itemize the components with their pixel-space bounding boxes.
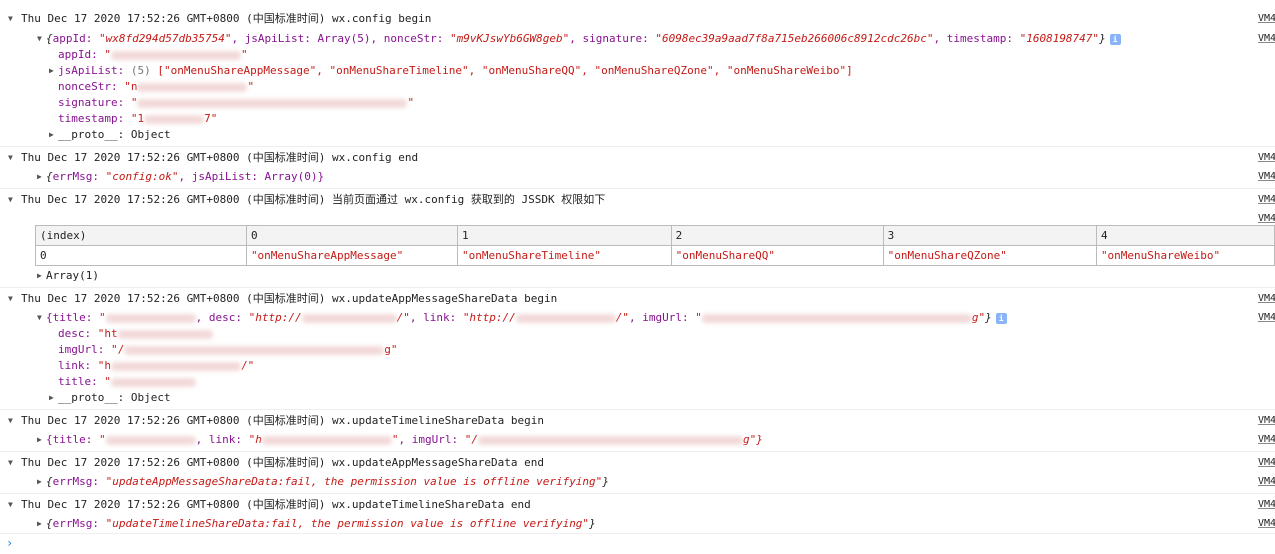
expand-triangle-icon[interactable]: ▶ (37, 268, 42, 284)
table-header-cell[interactable]: 4 (1095, 225, 1275, 246)
table-row: 0 "onMenuShareAppMessage" "onMenuShareTi… (35, 245, 1275, 266)
property-row[interactable]: ▶ __proto__: Object (0, 127, 1275, 143)
redacted-text (111, 50, 241, 60)
property-row: timestamp: "1 7" (58, 112, 218, 125)
console-message[interactable]: ▶ {title: ", link: "h ", imgUrl: "/g"} VM… (0, 432, 1275, 448)
expand-triangle-icon[interactable]: ▶ (49, 63, 54, 79)
expand-triangle-icon[interactable]: ▶ (37, 474, 42, 490)
group-title: Thu Dec 17 2020 17:52:26 GMT+0800 (中国标准时… (21, 498, 531, 511)
source-link[interactable]: VM4 (1258, 288, 1275, 309)
prompt-chevron-icon: › (6, 536, 14, 550)
table-cell: "onMenuShareQQ" (670, 245, 884, 266)
collapse-triangle-icon[interactable]: ▼ (37, 31, 42, 47)
property-row: appId: " " (58, 48, 248, 61)
console-group-header[interactable]: ▼ Thu Dec 17 2020 17:52:26 GMT+0800 (中国标… (0, 8, 1275, 29)
property-row: signature: " " (58, 96, 415, 109)
redacted-text (117, 329, 213, 339)
expand-triangle-icon[interactable]: ▼ (8, 8, 13, 29)
group-title: Thu Dec 17 2020 17:52:26 GMT+0800 (中国标准时… (21, 12, 432, 25)
console-message[interactable]: ▶ {errMsg: "config:ok", jsApiList: Array… (0, 169, 1275, 185)
table-cell: "onMenuShareTimeline" (456, 245, 672, 266)
property-row: imgUrl: "/g" (58, 343, 398, 356)
console-message[interactable]: ▶ {errMsg: "updateAppMessageShareData:fa… (0, 474, 1275, 490)
redacted-text (301, 313, 397, 323)
source-link[interactable]: VM4 (1258, 310, 1275, 326)
property-row[interactable]: ▶ __proto__: Object (0, 390, 1275, 406)
table-cell: 0 (35, 245, 247, 266)
console-group-header[interactable]: ▼ Thu Dec 17 2020 17:52:26 GMT+0800 (中国标… (0, 146, 1275, 168)
info-icon[interactable]: i (1109, 33, 1121, 45)
expand-triangle-icon[interactable]: ▶ (37, 169, 42, 185)
source-link[interactable]: VM4 (1258, 31, 1275, 47)
expand-triangle-icon[interactable]: ▼ (8, 189, 13, 210)
source-link[interactable]: VM4 (1258, 147, 1275, 168)
table-header-cell[interactable]: 0 (245, 225, 458, 246)
console-message[interactable]: ▶ {errMsg: "updateTimelineShareData:fail… (0, 516, 1275, 532)
table-header-cell[interactable]: (index) (35, 225, 247, 246)
expand-triangle-icon[interactable]: ▼ (8, 410, 13, 431)
redacted-text (515, 313, 616, 323)
group-title: Thu Dec 17 2020 17:52:26 GMT+0800 (中国标准时… (21, 414, 544, 427)
console-message[interactable]: ▶ Array(1) (0, 268, 1275, 284)
redacted-text (137, 98, 408, 108)
redacted-text (105, 435, 196, 445)
expand-triangle-icon[interactable]: ▶ (37, 432, 42, 448)
expand-triangle-icon[interactable]: ▶ (49, 127, 54, 143)
table-header-cell[interactable]: 3 (882, 225, 1097, 246)
redacted-text (137, 82, 248, 92)
redacted-text (111, 361, 241, 371)
property-row: link: "h/" (58, 359, 255, 372)
table-cell: "onMenuShareAppMessage" (245, 245, 458, 266)
group-title: Thu Dec 17 2020 17:52:26 GMT+0800 (中国标准时… (21, 456, 544, 469)
redacted-text (105, 313, 196, 323)
redacted-text (111, 377, 196, 387)
redacted-text (701, 313, 972, 323)
console-group-header[interactable]: ▼ Thu Dec 17 2020 17:52:26 GMT+0800 (中国标… (0, 451, 1275, 473)
console-table: (index) 0 1 2 3 4 0 "onMenuShareAppMessa… (35, 225, 1275, 266)
source-link[interactable]: VM4 (1258, 8, 1275, 29)
group-title: Thu Dec 17 2020 17:52:26 GMT+0800 (中国标准时… (21, 193, 606, 206)
expand-triangle-icon[interactable]: ▶ (37, 516, 42, 532)
source-link[interactable]: VM4 (1258, 189, 1275, 210)
source-link[interactable]: VM4 (1258, 169, 1275, 185)
property-row[interactable]: ▶ jsApiList: (5) ["onMenuShareAppMessage… (0, 63, 1275, 79)
console-group-header[interactable]: ▼ Thu Dec 17 2020 17:52:26 GMT+0800 (中国标… (0, 287, 1275, 309)
console-message[interactable]: ▼ {title: ", desc: "http:///", link: "ht… (0, 310, 1275, 326)
console-group-header[interactable]: ▼ Thu Dec 17 2020 17:52:26 GMT+0800 (中国标… (0, 493, 1275, 515)
table-cell: "onMenuShareWeibo" (1095, 245, 1275, 266)
console-group-header[interactable]: ▼ Thu Dec 17 2020 17:52:26 GMT+0800 (中国标… (0, 409, 1275, 431)
property-row: desc: "ht (0, 326, 1275, 342)
collapse-triangle-icon[interactable]: ▼ (37, 310, 42, 326)
group-title: Thu Dec 17 2020 17:52:26 GMT+0800 (中国标准时… (21, 151, 419, 164)
group-title: Thu Dec 17 2020 17:52:26 GMT+0800 (中国标准时… (21, 292, 558, 305)
redacted-text (477, 435, 743, 445)
expand-triangle-icon[interactable]: ▶ (49, 390, 54, 406)
redacted-text (261, 435, 392, 445)
table-header-cell[interactable]: 1 (456, 225, 672, 246)
source-link[interactable]: VM4 (1258, 516, 1275, 532)
table-header-row: (index) 0 1 2 3 4 (35, 225, 1275, 246)
property-row: title: " (0, 374, 1275, 390)
source-link[interactable]: VM4 (1258, 410, 1275, 431)
table-cell: "onMenuShareQZone" (882, 245, 1097, 266)
property-row: nonceStr: "n " (58, 80, 255, 93)
redacted-text (144, 114, 205, 124)
expand-triangle-icon[interactable]: ▼ (8, 494, 13, 515)
table-header-cell[interactable]: 2 (670, 225, 884, 246)
expand-triangle-icon[interactable]: ▼ (8, 288, 13, 309)
object-preview[interactable]: {appId: "wx8fd294d57db35754", jsApiList:… (46, 31, 1121, 47)
source-link[interactable]: VM4 (1258, 452, 1275, 473)
expand-triangle-icon[interactable]: ▼ (8, 147, 13, 168)
expand-triangle-icon[interactable]: ▼ (8, 452, 13, 473)
source-link[interactable]: VM4 (1258, 432, 1275, 448)
console-message[interactable]: ▼ {appId: "wx8fd294d57db35754", jsApiLis… (0, 31, 1275, 47)
console-prompt-row[interactable]: › (0, 533, 1275, 554)
source-link[interactable]: VM4 (1258, 474, 1275, 490)
console-group-header[interactable]: ▼ Thu Dec 17 2020 17:52:26 GMT+0800 (中国标… (0, 188, 1275, 210)
info-icon[interactable]: i (995, 312, 1007, 324)
source-link[interactable]: VM4 (1258, 494, 1275, 515)
redacted-text (124, 345, 385, 355)
